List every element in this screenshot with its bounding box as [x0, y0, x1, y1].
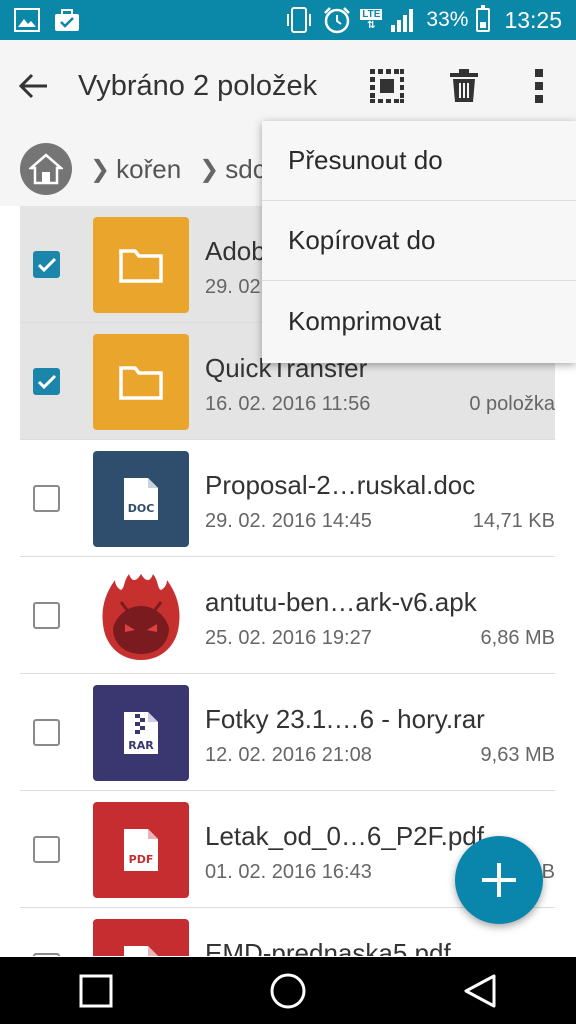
folder-icon [119, 366, 163, 400]
more-options-button[interactable] [509, 40, 569, 132]
file-name: Adob [205, 236, 266, 266]
home-nav-button[interactable] [248, 957, 328, 1024]
vibrate-icon [284, 7, 314, 33]
doc-file-icon: DOC [124, 478, 158, 520]
apk-thumb [93, 568, 189, 664]
menu-item-move-to[interactable]: Přesunout do [262, 121, 576, 201]
more-vert-icon [535, 69, 543, 103]
item-checkbox[interactable] [33, 719, 60, 746]
signal-icon [390, 7, 418, 33]
file-date: 01. 02. 2016 16:43 [205, 861, 372, 883]
rar-thumb: RAR [93, 685, 189, 781]
page-title: Vybráno 2 položek [78, 69, 318, 102]
add-fab-button[interactable] [455, 836, 543, 924]
svg-text:DOC: DOC [128, 502, 155, 515]
file-name: Letak_od_0…6_P2F.pdf [205, 821, 484, 851]
status-bar: LTE ⇅ 33% 13:25 [0, 0, 576, 40]
file-size: 14,71 KB [472, 510, 555, 532]
select-all-icon [370, 69, 404, 103]
pdf-thumb: PDF [93, 802, 189, 898]
file-name: Fotky 23.1.…6 - hory.rar [205, 704, 485, 734]
home-button[interactable] [20, 143, 72, 195]
list-item[interactable]: antutu-ben…ark-v6.apk 25. 02. 2016 19:27… [20, 557, 555, 674]
file-name: Proposal-2…ruskal.doc [205, 470, 476, 500]
chevron-right-icon: ❯ [90, 155, 111, 183]
overflow-menu: Přesunout do Kopírovat do Komprimovat [262, 121, 576, 363]
clock: 13:25 [504, 6, 562, 33]
svg-text:PDF: PDF [129, 853, 154, 866]
square-recents-icon [79, 974, 113, 1007]
file-size: B [541, 861, 555, 883]
file-name: EMD-prednaska5.pdf [205, 938, 451, 956]
pdf-file-icon: PDF [124, 829, 158, 871]
item-checkbox[interactable] [33, 602, 60, 629]
file-date: 29. 02 [205, 276, 261, 298]
plus-icon [482, 863, 516, 897]
file-date: 29. 02. 2016 14:45 [205, 510, 372, 532]
chevron-right-icon: ❯ [199, 155, 220, 183]
file-size: 9,63 MB [480, 744, 555, 766]
arrow-left-icon [19, 73, 47, 99]
system-nav-bar [0, 957, 576, 1024]
gallery-icon [14, 8, 40, 32]
file-size: 0 položka [469, 393, 555, 415]
doc-thumb: DOC [93, 451, 189, 547]
file-name: antutu-ben…ark-v6.apk [205, 587, 477, 617]
delete-button[interactable] [434, 40, 494, 132]
menu-item-copy-to[interactable]: Kopírovat do [262, 201, 576, 281]
breadcrumb-item-root[interactable]: ❯ kořen [90, 154, 181, 185]
item-checkbox[interactable] [33, 836, 60, 863]
archive-file-icon: RAR [124, 712, 158, 754]
menu-item-compress[interactable]: Komprimovat [262, 281, 576, 361]
pdf-file-icon [124, 946, 158, 956]
toolbar: Vybráno 2 položek [0, 40, 576, 132]
file-size: 6,86 MB [480, 627, 555, 649]
file-date: 16. 02. 2016 11:56 [205, 393, 371, 415]
antutu-app-icon [102, 574, 180, 660]
battery-icon [476, 5, 491, 32]
select-all-button[interactable] [357, 40, 417, 132]
check-icon [37, 374, 56, 389]
item-checkbox[interactable] [33, 485, 60, 512]
home-icon [29, 153, 63, 185]
alarm-icon [322, 6, 352, 34]
breadcrumb-item-sdcard[interactable]: ❯ sdc [199, 154, 266, 185]
folder-thumb [93, 334, 189, 430]
trash-icon [450, 69, 478, 102]
list-item[interactable]: DOC Proposal-2…ruskal.doc 29. 02. 2016 1… [20, 440, 555, 557]
recents-button[interactable] [56, 957, 136, 1024]
file-date: 12. 02. 2016 21:08 [205, 744, 372, 766]
back-nav-button[interactable] [440, 957, 520, 1024]
lte-icon: LTE ⇅ [360, 9, 383, 31]
folder-thumb [93, 217, 189, 313]
list-item[interactable]: RAR Fotky 23.1.…6 - hory.rar 12. 02. 201… [20, 674, 555, 791]
triangle-back-icon [464, 974, 496, 1007]
item-checkbox[interactable] [33, 953, 60, 956]
file-date: 25. 02. 2016 19:27 [205, 627, 372, 649]
check-icon [37, 257, 56, 272]
back-button[interactable] [0, 40, 68, 132]
svg-text:RAR: RAR [128, 739, 154, 752]
item-checkbox[interactable] [33, 251, 60, 278]
item-checkbox[interactable] [33, 368, 60, 395]
folder-icon [119, 249, 163, 283]
circle-home-icon [270, 973, 306, 1008]
battery-percent: 33% [426, 8, 469, 31]
pdf-thumb [93, 919, 189, 956]
briefcase-check-icon [54, 8, 80, 32]
